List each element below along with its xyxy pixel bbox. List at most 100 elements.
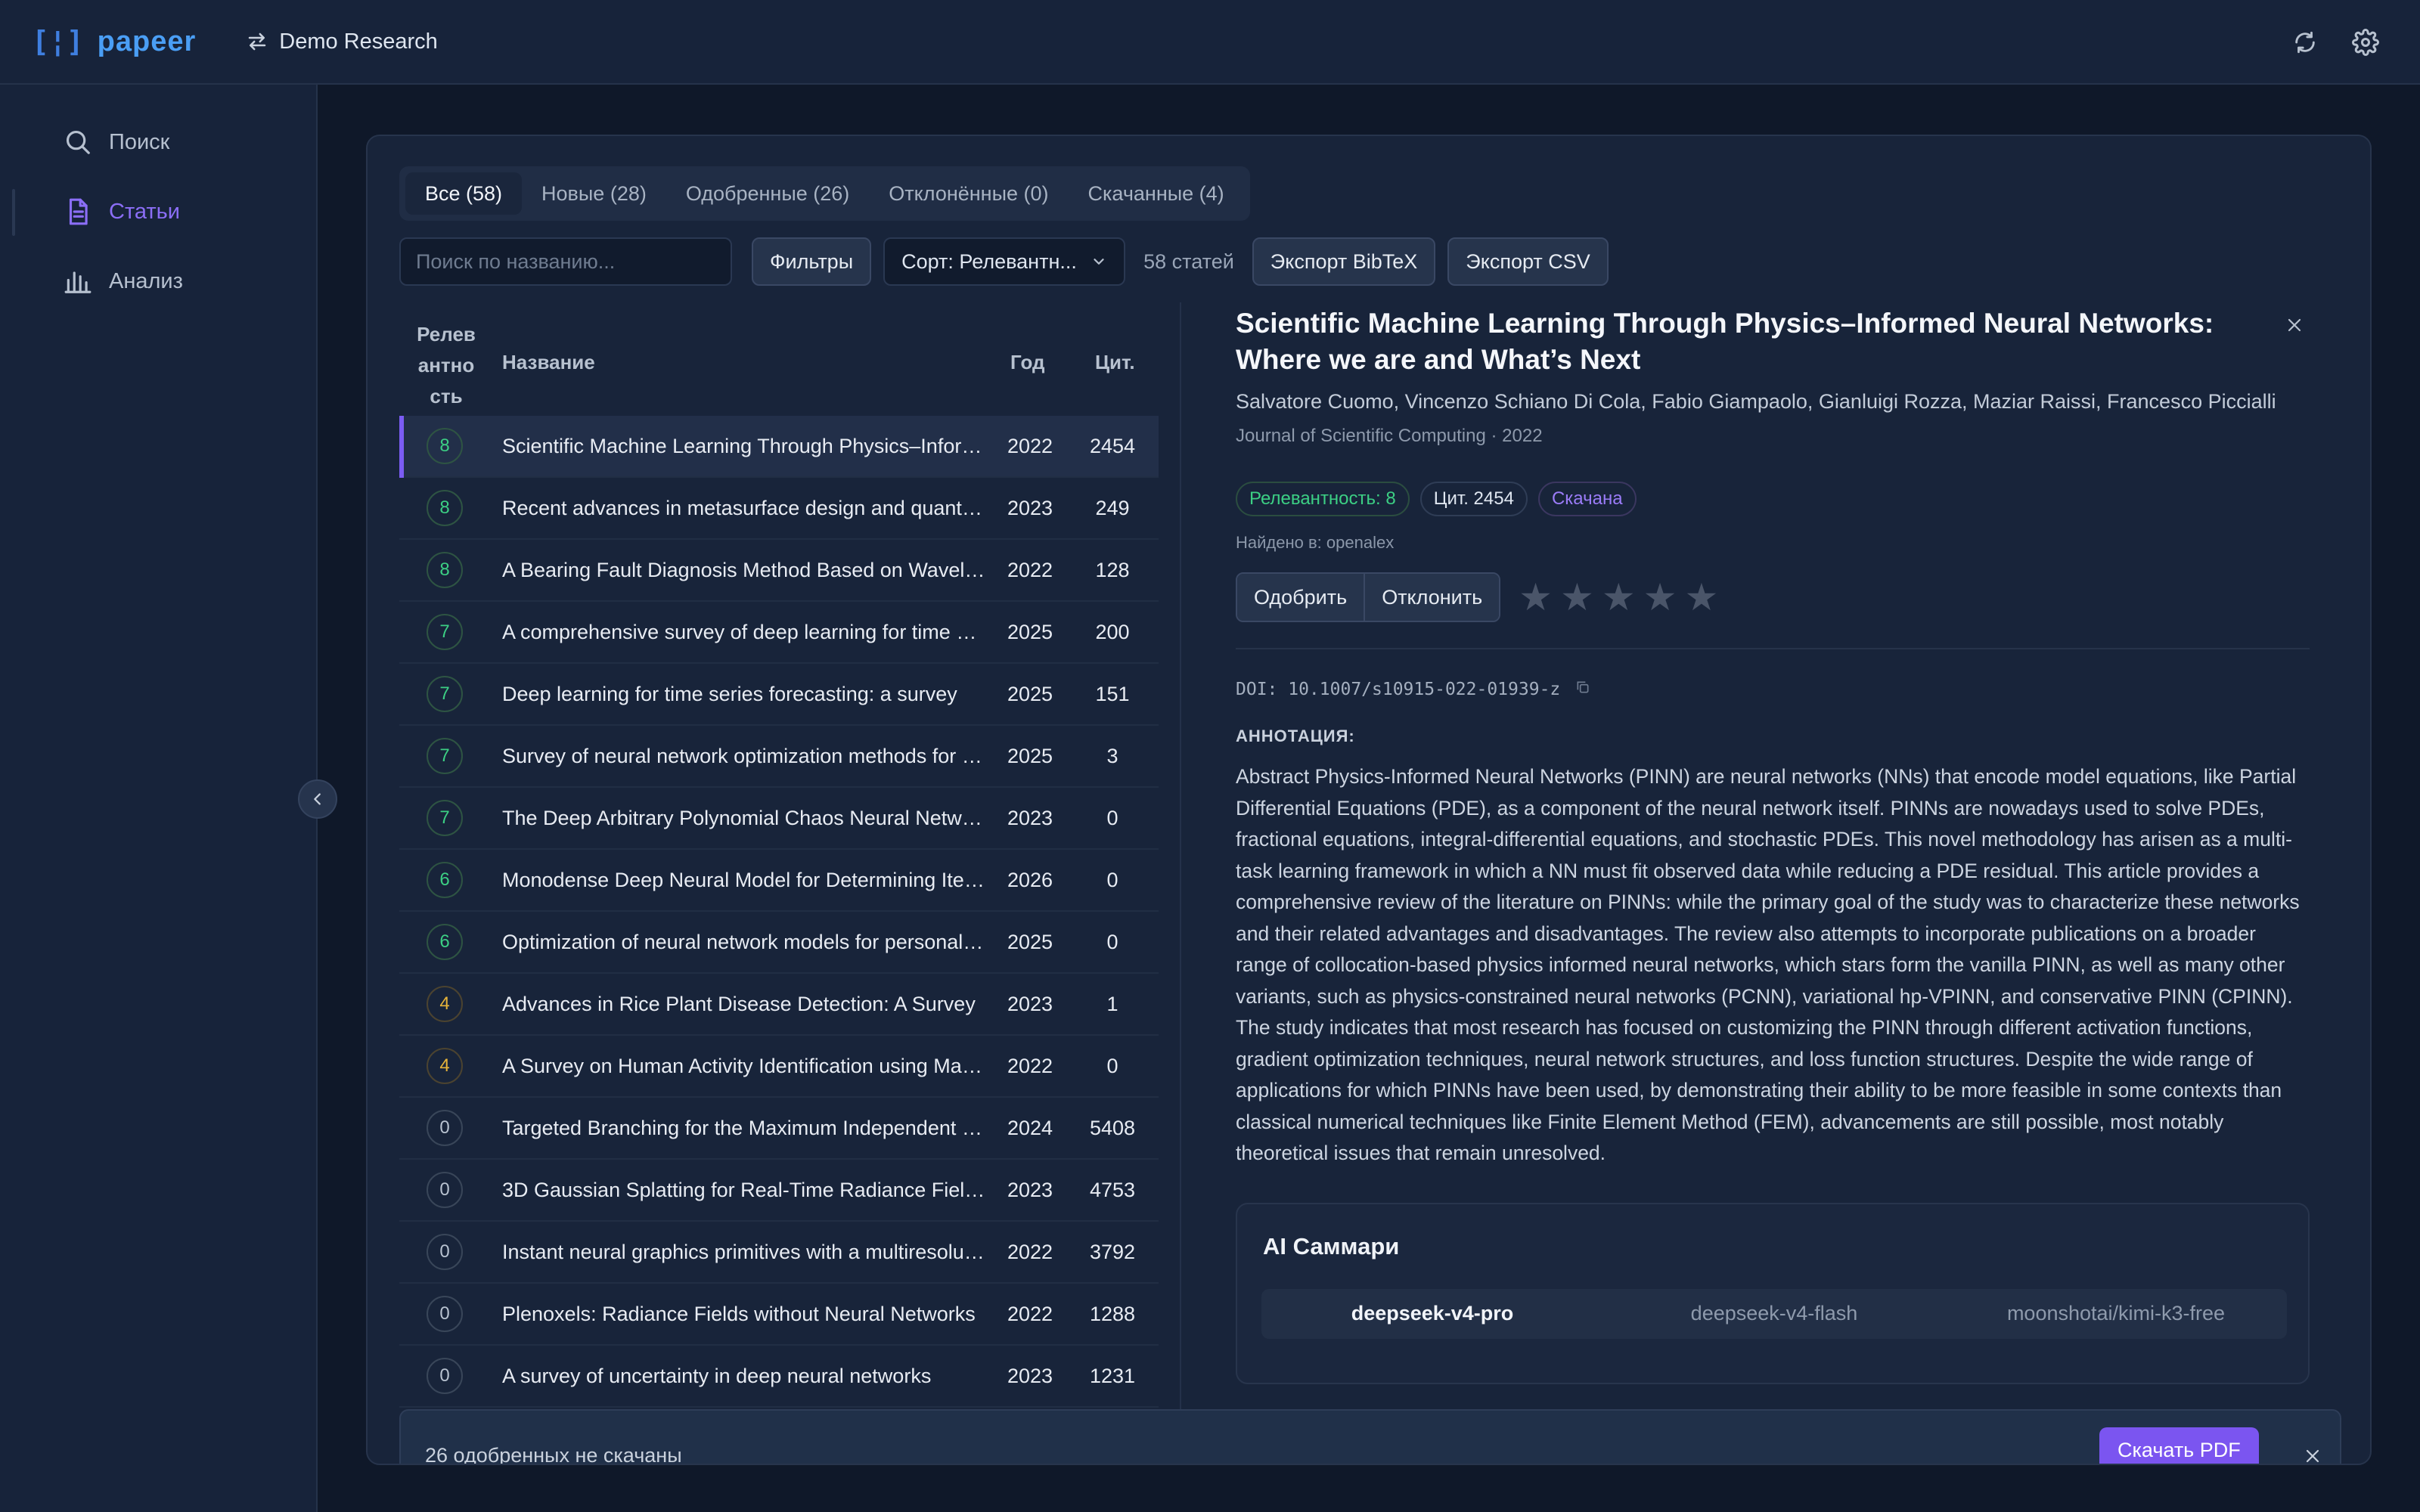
table-row[interactable]: 6 Monodense Deep Neural Model for Determi… (399, 850, 1159, 912)
top-bar: [¦] papeer Demo Research (0, 0, 2420, 85)
row-year: 2023 (1007, 806, 1053, 829)
table-row[interactable]: 7 The Deep Arbitrary Polynomial Chaos Neu… (399, 788, 1159, 850)
tab-rejected[interactable]: Отклонённые (0) (869, 172, 1068, 215)
row-year: 2024 (1007, 1116, 1053, 1139)
filter-tabs: Все (58) Новые (28) Одобренные (26) Откл… (399, 166, 1250, 221)
bar-chart-icon (64, 271, 92, 293)
export-csv-button[interactable]: Экспорт CSV (1447, 237, 1609, 286)
ai-model-tab[interactable]: deepseek-v4-pro (1261, 1289, 1603, 1339)
tab-downloaded[interactable]: Скачанные (4) (1069, 172, 1244, 215)
table-row[interactable]: 0 3D Gaussian Splatting for Real-Time Rad… (399, 1160, 1159, 1222)
table-row[interactable]: 7 Deep learning for time series forecasti… (399, 664, 1159, 726)
articles-count: 58 статей (1143, 249, 1234, 273)
row-citations: 151 (1095, 682, 1130, 705)
table-row[interactable]: 8 A Bearing Fault Diagnosis Method Based … (399, 540, 1159, 602)
header-citations[interactable]: Цит. (1095, 351, 1135, 374)
star-icon[interactable]: ★ (1560, 578, 1594, 616)
table-row[interactable]: 4 A Survey on Human Activity Identificati… (399, 1036, 1159, 1098)
row-title: Scientific Machine Learning Through Phys… (502, 434, 986, 457)
reject-button[interactable]: Отклонить (1364, 574, 1500, 621)
header-title[interactable]: Название (502, 351, 595, 374)
row-citations: 4753 (1089, 1178, 1136, 1201)
search-input[interactable] (399, 237, 732, 286)
relevance-score-badge: 4 (427, 986, 463, 1022)
relevance-score-badge: 7 (427, 614, 463, 650)
article-journal: Journal of Scientific Computing · 2022 (1236, 426, 1543, 446)
row-citations: 0 (1106, 930, 1118, 953)
star-icon[interactable]: ★ (1602, 578, 1636, 616)
table-row[interactable]: 8 Scientific Machine Learning Through Phy… (399, 416, 1159, 478)
sidebar-item-search[interactable]: Поиск (64, 119, 169, 165)
ai-summary-card: AI Саммари deepseek-v4-pro deepseek-v4-f… (1236, 1202, 2310, 1384)
chevron-left-icon (314, 793, 321, 805)
table-row[interactable]: 7 Survey of neural network optimization m… (399, 726, 1159, 788)
header-relevance[interactable]: Релев антно сть (416, 319, 476, 412)
refresh-icon[interactable] (2290, 27, 2320, 57)
sidebar-item-label: Поиск (109, 129, 170, 154)
tab-new[interactable]: Новые (28) (522, 172, 666, 215)
document-icon (69, 198, 88, 225)
settings-gear-icon[interactable] (2350, 27, 2381, 57)
table-row[interactable]: 0 Instant neural graphics primitives with… (399, 1222, 1159, 1284)
row-year: 2025 (1007, 930, 1053, 953)
close-notification-button[interactable] (2299, 1442, 2326, 1464)
table-row[interactable]: 0 A survey of uncertainty in deep neural … (399, 1346, 1159, 1408)
table-row[interactable]: 7 A comprehensive survey of deep learning… (399, 602, 1159, 664)
table-row[interactable]: 0 Targeted Branching for the Maximum Inde… (399, 1098, 1159, 1160)
row-year: 2023 (1007, 1364, 1053, 1387)
row-citations: 1 (1106, 992, 1118, 1015)
row-title: Monodense Deep Neural Model for Determin… (502, 868, 986, 891)
logo[interactable]: [¦] papeer (32, 25, 196, 58)
star-icon[interactable]: ★ (1519, 578, 1553, 616)
star-icon[interactable]: ★ (1643, 578, 1677, 616)
ai-model-tab[interactable]: moonshotai/kimi-k3-free (1945, 1289, 2287, 1339)
tab-approved[interactable]: Одобренные (26) (666, 172, 869, 215)
tab-all[interactable]: Все (58) (405, 172, 523, 215)
sort-select[interactable]: Сорт: Релевантн... (883, 237, 1126, 286)
relevance-score-badge: 8 (427, 552, 463, 588)
export-bibtex-button[interactable]: Экспорт BibTeX (1252, 237, 1436, 286)
relevance-score-badge: 0 (427, 1110, 463, 1146)
article-title: Scientific Machine Learning Through Phys… (1236, 308, 2214, 375)
table-row[interactable]: 6 Optimization of neural network models f… (399, 912, 1159, 974)
row-citations: 0 (1106, 806, 1118, 829)
review-actions: Одобрить Отклонить (1236, 572, 1501, 622)
row-title: A Survey on Human Activity Identificatio… (502, 1054, 986, 1077)
table-row[interactable]: 4 Advances in Rice Plant Disease Detectio… (399, 974, 1159, 1036)
download-pdf-button[interactable]: Скачать PDF (2099, 1427, 2259, 1464)
filters-button[interactable]: Фильтры (752, 237, 872, 286)
sidebar-item-articles[interactable]: Статьи (64, 189, 180, 234)
ai-summary-title: AI Саммари (1263, 1232, 1400, 1259)
doi-text[interactable]: DOI: 10.1007/s10915-022-01939-z (1236, 680, 1560, 699)
row-year: 2022 (1007, 434, 1053, 457)
close-detail-button[interactable] (2279, 310, 2310, 340)
relevance-score-badge: 0 (427, 1234, 463, 1270)
row-title: 3D Gaussian Splatting for Real-Time Radi… (502, 1178, 986, 1201)
article-authors: Salvatore Cuomo, Vincenzo Schiano Di Col… (1236, 390, 2276, 413)
row-year: 2025 (1007, 620, 1053, 643)
table-row[interactable]: 8 Recent advances in metasurface design a… (399, 478, 1159, 540)
relevance-score-badge: 0 (427, 1172, 463, 1208)
row-year: 2022 (1007, 558, 1053, 581)
header-year[interactable]: Год (1010, 351, 1045, 374)
project-switcher[interactable]: Demo Research (246, 29, 438, 54)
abstract-text: Abstract Physics-Informed Neural Network… (1236, 765, 2300, 1164)
relevance-score-badge: 6 (427, 924, 463, 960)
row-year: 2023 (1007, 1178, 1053, 1201)
row-title: A comprehensive survey of deep learning … (502, 620, 986, 643)
sidebar-item-analysis[interactable]: Анализ (64, 259, 183, 304)
close-icon (2306, 1449, 2319, 1463)
approve-button[interactable]: Одобрить (1237, 574, 1364, 621)
relevance-score-badge: 7 (427, 738, 463, 774)
table-row[interactable]: 0 Plenoxels: Radiance Fields without Neur… (399, 1284, 1159, 1346)
copy-icon[interactable] (1575, 680, 1590, 699)
ai-model-tab[interactable]: deepseek-v4-flash (1603, 1289, 1945, 1339)
collapse-sidebar-button[interactable] (298, 779, 337, 819)
row-year: 2023 (1007, 496, 1053, 519)
star-icon[interactable]: ★ (1684, 578, 1718, 616)
row-year: 2022 (1007, 1302, 1053, 1325)
relevance-score-badge: 7 (427, 676, 463, 712)
row-year: 2026 (1007, 868, 1053, 891)
not-downloaded-message: 26 одобренных не скачаны (425, 1444, 682, 1465)
ai-model-tabs: deepseek-v4-pro deepseek-v4-flash moonsh… (1261, 1288, 2287, 1339)
